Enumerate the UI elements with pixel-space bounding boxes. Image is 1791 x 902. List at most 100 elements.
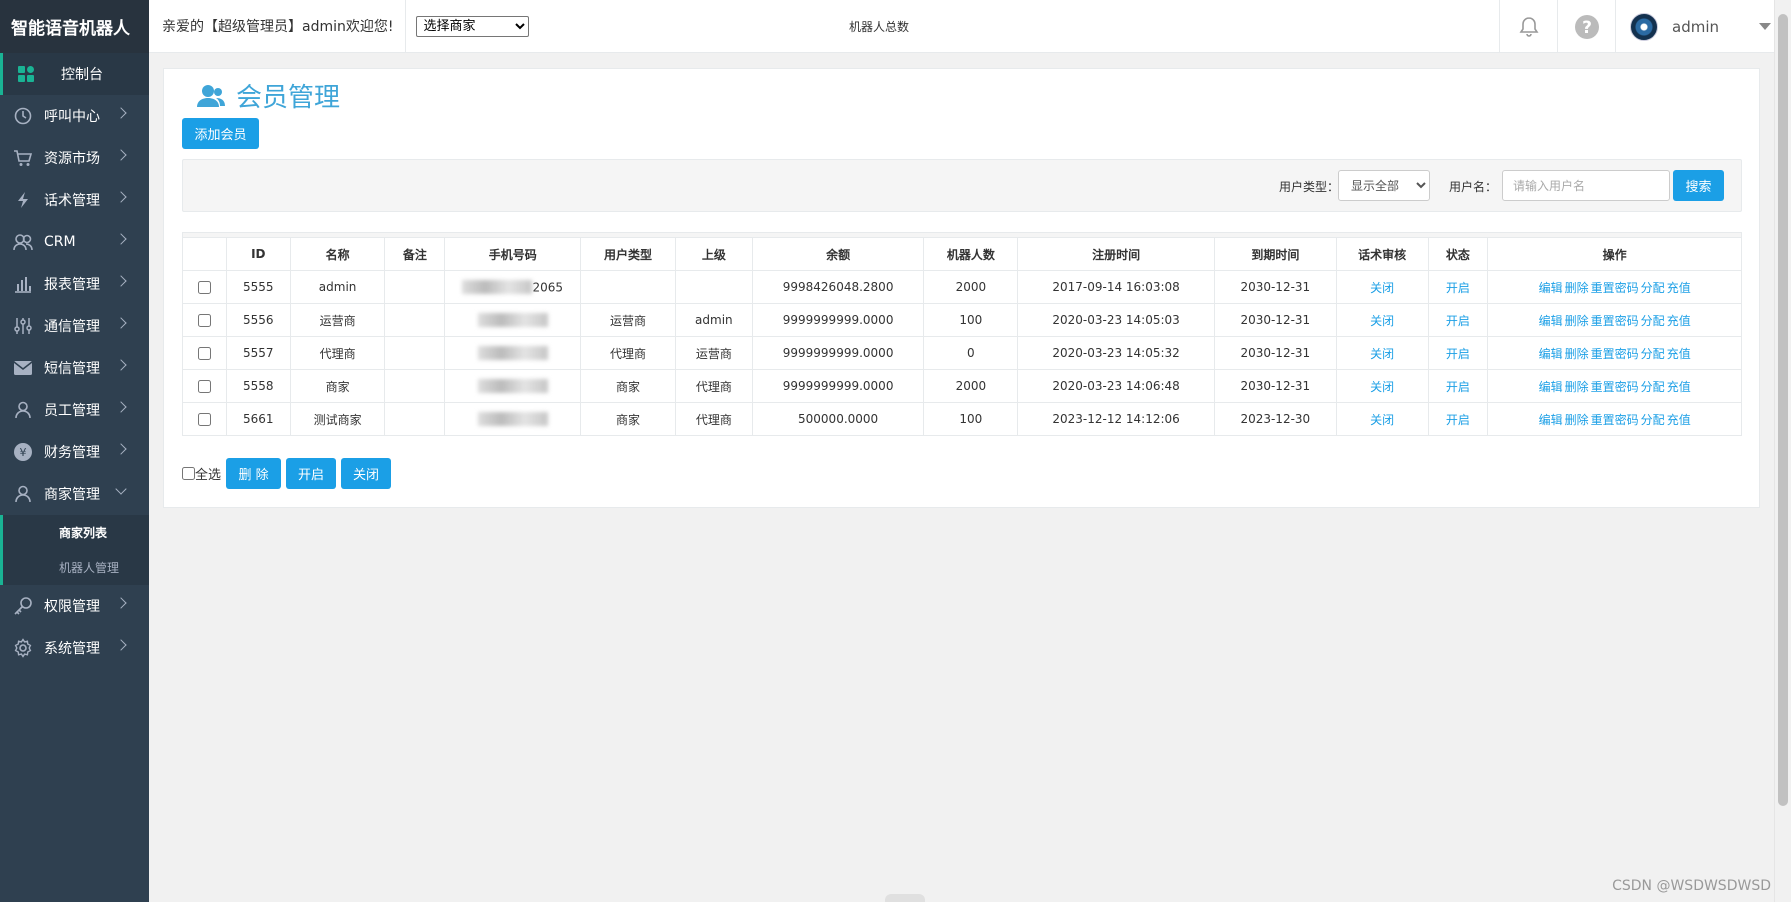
row-action-link[interactable]: 充值: [1667, 380, 1691, 394]
cell-phone: [444, 369, 582, 403]
cell-registered: 2020-03-23 14:05:03: [1017, 303, 1215, 337]
status-toggle-link[interactable]: 开启: [1446, 413, 1470, 427]
sidebar-item-2[interactable]: 资源市场: [0, 137, 149, 179]
row-action-link[interactable]: 分配: [1641, 314, 1665, 328]
row-checkbox[interactable]: [197, 314, 211, 327]
row-action-link[interactable]: 重置密码: [1591, 380, 1639, 394]
row-action-link[interactable]: 充值: [1667, 314, 1691, 328]
bulk-disable-button[interactable]: 关闭: [341, 458, 392, 489]
user-menu[interactable]: admin: [1615, 0, 1791, 53]
submenu-item-1[interactable]: 机器人管理: [3, 550, 149, 585]
users-icon: [196, 83, 226, 109]
bottom-collapse-handle[interactable]: [885, 894, 925, 902]
sidebar-item-3[interactable]: 话术管理: [0, 179, 149, 221]
select-all[interactable]: 全选: [182, 464, 221, 483]
row-action-link[interactable]: 分配: [1641, 281, 1665, 295]
username-input[interactable]: [1502, 170, 1670, 201]
row-action-link[interactable]: 分配: [1641, 347, 1665, 361]
bulk-actions: 全选 删 除 开启 关闭: [182, 458, 396, 489]
chevron-right-icon: [115, 275, 127, 287]
user-type-select[interactable]: 显示全部: [1338, 170, 1430, 201]
row-action-link[interactable]: 充值: [1667, 281, 1691, 295]
sidebar-item-7[interactable]: 短信管理: [0, 347, 149, 389]
row-action-link[interactable]: 重置密码: [1591, 347, 1639, 361]
review-toggle-link[interactable]: 关闭: [1370, 314, 1394, 328]
row-action-link[interactable]: 编辑: [1539, 281, 1563, 295]
row-action-link[interactable]: 删除: [1565, 413, 1589, 427]
cell-name: 代理商: [289, 336, 386, 370]
row-action-link[interactable]: 充值: [1667, 413, 1691, 427]
scrollbar-thumb[interactable]: [1778, 14, 1788, 806]
merchant-select[interactable]: 选择商家: [416, 15, 530, 37]
bulk-enable-button[interactable]: 开启: [286, 458, 337, 489]
status-toggle-link[interactable]: 开启: [1446, 281, 1470, 295]
sidebar-item-5[interactable]: 报表管理: [0, 263, 149, 305]
status-toggle-link[interactable]: 开启: [1446, 314, 1470, 328]
chevron-right-icon: [115, 401, 127, 413]
add-member-button[interactable]: 添加会员: [182, 118, 259, 149]
column-header: 操作: [1487, 237, 1742, 271]
sidebar-item-1[interactable]: 呼叫中心: [0, 95, 149, 137]
bulk-delete-button[interactable]: 删 除: [226, 458, 282, 489]
status-toggle-link[interactable]: 开启: [1446, 380, 1470, 394]
cell-robots: 100: [923, 303, 1019, 337]
row-action-link[interactable]: 重置密码: [1591, 314, 1639, 328]
row-action-link[interactable]: 删除: [1565, 314, 1589, 328]
row-checkbox[interactable]: [197, 380, 211, 393]
cell-status: 开启: [1427, 303, 1489, 337]
welcome-text: 亲爱的【超级管理员】admin欢迎您!: [149, 0, 407, 53]
submenu-item-0[interactable]: 商家列表: [3, 515, 149, 550]
row-select-cell: [182, 336, 227, 370]
page-title: 会员管理: [196, 77, 340, 114]
notification-button[interactable]: [1499, 0, 1557, 53]
row-action-link[interactable]: 重置密码: [1591, 413, 1639, 427]
column-header: 用户类型: [580, 237, 676, 271]
sidebar-item-12[interactable]: 系统管理: [0, 627, 149, 669]
row-action-link[interactable]: 删除: [1565, 347, 1589, 361]
row-action-link[interactable]: 删除: [1565, 380, 1589, 394]
sidebar-item-0[interactable]: 控制台: [0, 53, 149, 95]
question-icon: ?: [1574, 14, 1599, 39]
sidebar-item-4[interactable]: CRM: [0, 221, 149, 263]
row-checkbox[interactable]: [197, 347, 211, 360]
column-header: 上级: [674, 237, 753, 271]
search-button[interactable]: 搜索: [1673, 170, 1724, 201]
chevron-right-icon: [115, 107, 127, 119]
cell-review: 关闭: [1335, 270, 1429, 304]
sidebar-item-label: 资源市场: [44, 151, 100, 167]
sidebar-item-11[interactable]: 权限管理: [0, 585, 149, 627]
cell-expires: 2030-12-31: [1213, 336, 1337, 370]
row-action-link[interactable]: 分配: [1641, 380, 1665, 394]
row-action-link[interactable]: 编辑: [1539, 347, 1563, 361]
sidebar-item-label: 通信管理: [44, 319, 100, 335]
row-checkbox[interactable]: [197, 281, 211, 294]
row-action-link[interactable]: 编辑: [1539, 314, 1563, 328]
watermark: CSDN @WSDWSDWSD: [1612, 878, 1771, 894]
row-action-link[interactable]: 充值: [1667, 347, 1691, 361]
review-toggle-link[interactable]: 关闭: [1370, 413, 1394, 427]
phone-suffix: 2065: [532, 280, 563, 295]
row-action-link[interactable]: 编辑: [1539, 413, 1563, 427]
cell-status: 开启: [1427, 402, 1489, 436]
sidebar-item-8[interactable]: 员工管理: [0, 389, 149, 431]
help-button[interactable]: ?: [1557, 0, 1615, 53]
select-all-checkbox[interactable]: [182, 467, 195, 480]
chevron-right-icon: [115, 639, 127, 651]
sidebar-item-10[interactable]: 商家管理: [0, 473, 149, 515]
row-action-link[interactable]: 重置密码: [1591, 281, 1639, 295]
review-toggle-link[interactable]: 关闭: [1370, 347, 1394, 361]
row-action-link[interactable]: 删除: [1565, 281, 1589, 295]
redacted-phone: [477, 412, 548, 427]
sidebar-item-6[interactable]: 通信管理: [0, 305, 149, 347]
sidebar-item-9[interactable]: ¥ 财务管理: [0, 431, 149, 473]
row-action-link[interactable]: 分配: [1641, 413, 1665, 427]
row-action-link[interactable]: 编辑: [1539, 380, 1563, 394]
redacted-phone: [477, 313, 548, 328]
review-toggle-link[interactable]: 关闭: [1370, 281, 1394, 295]
row-checkbox[interactable]: [197, 413, 211, 426]
scrollbar[interactable]: [1774, 0, 1791, 902]
review-toggle-link[interactable]: 关闭: [1370, 380, 1394, 394]
cell-parent: 代理商: [674, 369, 753, 403]
robot-total-label: 机器人总数: [849, 20, 910, 34]
status-toggle-link[interactable]: 开启: [1446, 347, 1470, 361]
